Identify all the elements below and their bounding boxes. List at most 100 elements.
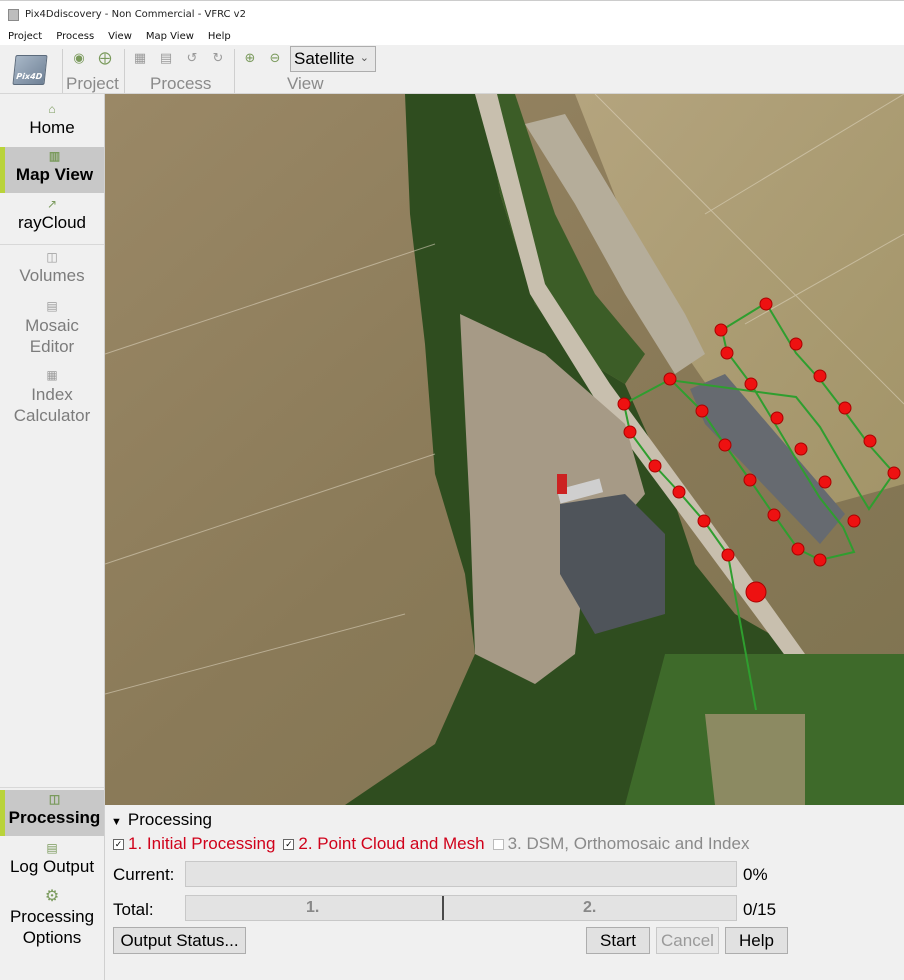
- processing-icon: ◫: [48, 792, 61, 806]
- sidebar-item-volumes[interactable]: ◫ Volumes: [0, 248, 104, 294]
- sidebar-item-mosaic-editor[interactable]: ▤ Mosaic Editor: [0, 297, 104, 363]
- sidebar-item-processing[interactable]: ◫ Processing: [0, 790, 104, 836]
- waypoint[interactable]: [623, 425, 637, 439]
- sidebar-item-label: Mosaic: [25, 316, 79, 335]
- sidebar-item-label: Volumes: [19, 266, 85, 285]
- toolbar: Pix4D ◉ ⨁ Project ▦ ▤ ↺ ↻ Process ⊕ ⊖ Sa…: [0, 45, 904, 94]
- sidebar-item-index-calculator[interactable]: ▦ Index Calculator: [0, 366, 104, 432]
- map-icon: ▥: [48, 149, 61, 163]
- sidebar-item-label: Processing: [8, 808, 101, 827]
- menu-map-view[interactable]: Map View: [146, 31, 194, 42]
- menu-process[interactable]: Process: [56, 31, 94, 42]
- car: [557, 474, 567, 494]
- sidebar-item-label: Home: [29, 118, 75, 137]
- sidebar-item-processing-options[interactable]: ⚙ Processing Options: [0, 888, 104, 954]
- sidebar-item-raycloud[interactable]: ↗ rayCloud: [0, 195, 104, 241]
- waypoint[interactable]: [887, 466, 901, 480]
- waypoint[interactable]: [744, 377, 758, 391]
- total-progress-bar: 1. 2.: [185, 895, 737, 921]
- document-icon[interactable]: ▦: [131, 49, 149, 67]
- output-status-button[interactable]: Output Status...: [113, 927, 246, 954]
- sidebar-item-label: rayCloud: [17, 213, 87, 232]
- waypoint[interactable]: [714, 323, 728, 337]
- zoom-in-icon[interactable]: ⊕: [241, 49, 259, 67]
- view-group-label: View: [287, 74, 324, 93]
- menu-view[interactable]: View: [108, 31, 132, 42]
- satellite-map[interactable]: [105, 94, 904, 805]
- checkbox-checked-icon[interactable]: ✓: [283, 838, 295, 850]
- menu-help[interactable]: Help: [208, 31, 231, 42]
- step-label: 3. DSM, Orthomosaic and Index: [507, 834, 750, 853]
- segment-label-2: 2.: [583, 899, 597, 916]
- total-label: Total:: [113, 900, 154, 919]
- app-window: Pix4Ddiscovery - Non Commercial - VFRC v…: [0, 0, 904, 980]
- window-title: Pix4Ddiscovery - Non Commercial - VFRC v…: [25, 9, 246, 20]
- step-initial-processing[interactable]: ✓ 1. Initial Processing: [113, 834, 275, 854]
- waypoint[interactable]: [847, 514, 861, 528]
- waypoint[interactable]: [791, 542, 805, 556]
- map-view-select[interactable]: Satellite ⌄: [290, 46, 376, 72]
- processing-panel: ▼ Processing ✓ 1. Initial Processing ✓ 2.…: [105, 805, 904, 980]
- waypoint[interactable]: [770, 411, 784, 425]
- menu-project[interactable]: Project: [8, 31, 42, 42]
- waypoint[interactable]: [813, 369, 827, 383]
- process-icon[interactable]: ▤: [157, 49, 175, 67]
- step-label: 2. Point Cloud and Mesh: [298, 834, 485, 853]
- segment-label-1: 1.: [306, 899, 320, 916]
- waypoint[interactable]: [794, 442, 808, 456]
- waypoint[interactable]: [743, 473, 757, 487]
- project-group-label: Project: [66, 74, 119, 93]
- waypoint[interactable]: [818, 475, 832, 489]
- sidebar-item-label: Options: [22, 928, 82, 947]
- sidebar-item-map-view[interactable]: ▥ Map View: [0, 147, 104, 193]
- sidebar-separator: [0, 244, 104, 245]
- app-icon: [8, 8, 19, 21]
- waypoint[interactable]: [648, 459, 662, 473]
- waypoint[interactable]: [718, 438, 732, 452]
- target-icon[interactable]: ⨁: [96, 49, 114, 67]
- options-icon[interactable]: ↻: [209, 49, 227, 67]
- segment-divider: [442, 896, 444, 920]
- current-progress-bar: [185, 861, 737, 887]
- waypoint[interactable]: [672, 485, 686, 499]
- processing-steps: ✓ 1. Initial Processing ✓ 2. Point Cloud…: [113, 834, 749, 854]
- sidebar-item-label: Calculator: [13, 406, 91, 425]
- waypoint[interactable]: [697, 514, 711, 528]
- waypoint[interactable]: [863, 434, 877, 448]
- waypoint[interactable]: [617, 397, 631, 411]
- sidebar-item-label: Map View: [15, 165, 94, 184]
- sidebar: ⌂ Home ▥ Map View ↗ rayCloud ◫ Volumes ▤…: [0, 94, 105, 980]
- step-point-cloud-mesh[interactable]: ✓ 2. Point Cloud and Mesh: [283, 834, 485, 854]
- checkbox-checked-icon[interactable]: ✓: [113, 838, 124, 850]
- sidebar-item-home[interactable]: ⌂ Home: [0, 100, 104, 146]
- open-project-icon[interactable]: ◉: [70, 49, 88, 67]
- current-progress-value: 0%: [743, 865, 768, 884]
- zoom-out-icon[interactable]: ⊖: [266, 49, 284, 67]
- map-canvas[interactable]: [105, 94, 904, 805]
- rerun-icon[interactable]: ↺: [183, 49, 201, 67]
- waypoint[interactable]: [759, 297, 773, 311]
- processing-panel-header[interactable]: ▼ Processing: [111, 810, 212, 830]
- waypoint-start[interactable]: [745, 581, 767, 603]
- cancel-button[interactable]: Cancel: [656, 927, 719, 954]
- toolbar-separator: [124, 49, 125, 93]
- help-button[interactable]: Help: [725, 927, 788, 954]
- waypoint[interactable]: [721, 548, 735, 562]
- sidebar-item-log-output[interactable]: ▤ Log Output: [0, 839, 104, 883]
- map-view-select-value: Satellite: [294, 49, 355, 68]
- sidebar-item-label: Index: [31, 385, 73, 404]
- sidebar-item-label: Log Output: [9, 857, 95, 876]
- waypoint[interactable]: [789, 337, 803, 351]
- collapse-triangle-icon: ▼: [111, 816, 122, 828]
- plot: [705, 714, 805, 805]
- waypoint[interactable]: [767, 508, 781, 522]
- waypoint[interactable]: [813, 553, 827, 567]
- waypoint[interactable]: [695, 404, 709, 418]
- checkbox-icon[interactable]: [492, 838, 504, 850]
- start-button[interactable]: Start: [586, 927, 650, 954]
- waypoint[interactable]: [720, 346, 734, 360]
- step-dsm-orthomosaic[interactable]: 3. DSM, Orthomosaic and Index: [492, 834, 750, 854]
- raycloud-icon: ↗: [46, 197, 58, 211]
- waypoint[interactable]: [838, 401, 852, 415]
- waypoint[interactable]: [663, 372, 677, 386]
